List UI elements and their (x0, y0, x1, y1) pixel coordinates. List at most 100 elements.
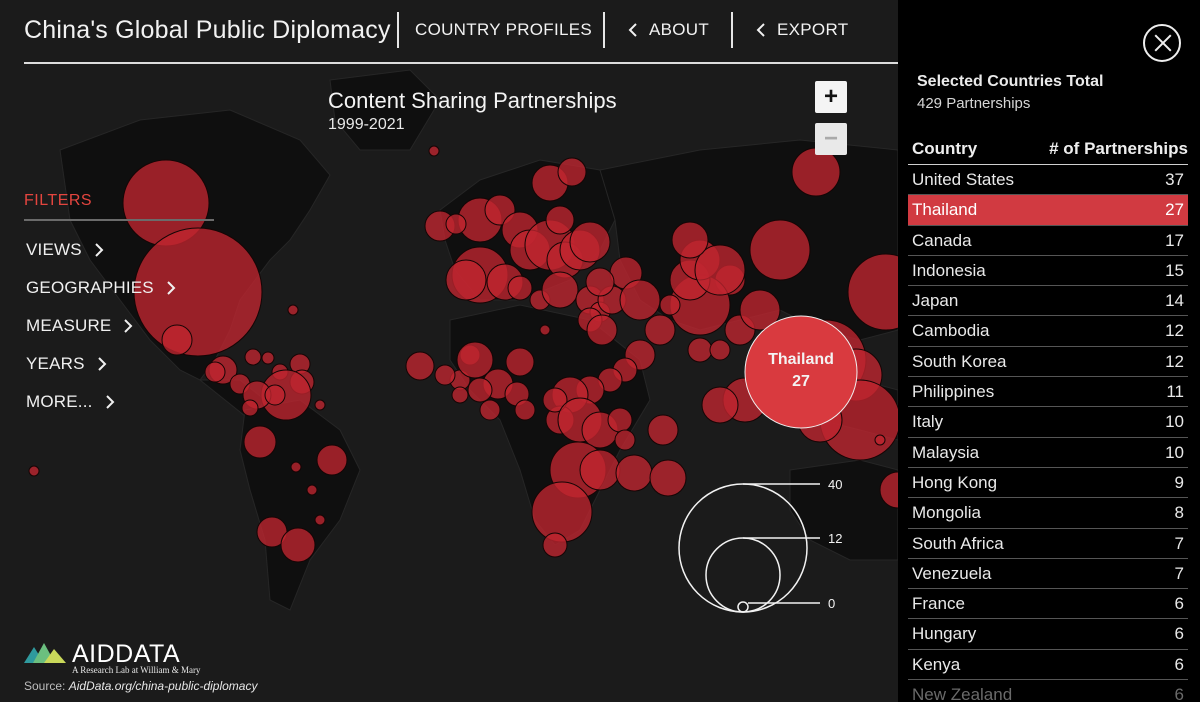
row-country: Malaysia (912, 442, 980, 462)
partnership-bubble[interactable] (615, 454, 653, 492)
table-row[interactable]: France 6 (908, 589, 1188, 620)
partnership-bubble[interactable] (261, 351, 275, 365)
chevron-right-icon (97, 357, 107, 371)
chevron-left-icon (756, 23, 765, 37)
partnership-bubble[interactable] (671, 221, 709, 259)
partnership-bubble[interactable] (607, 407, 633, 433)
partnership-bubble[interactable] (314, 399, 326, 411)
nav-export[interactable]: EXPORT (755, 20, 848, 40)
partnership-bubble[interactable] (306, 484, 318, 496)
aiddata-logo[interactable]: AIDDATA A Research Lab at William & Mary (24, 641, 200, 675)
partnership-bubble[interactable] (687, 337, 713, 363)
table-row[interactable]: United States 37 (908, 165, 1188, 196)
partnership-bubble[interactable] (514, 399, 536, 421)
partnership-bubble[interactable] (647, 414, 679, 446)
partnership-bubble[interactable] (709, 339, 731, 361)
partnership-bubble[interactable] (649, 459, 687, 497)
partnership-bubble[interactable] (287, 304, 299, 316)
nav-separator (731, 12, 733, 48)
table-row[interactable]: New Zealand 6 (908, 680, 1188, 702)
partnership-bubble[interactable] (644, 314, 676, 346)
map-title: Content Sharing Partnerships (328, 88, 617, 113)
partnership-bubble[interactable] (290, 461, 302, 473)
partnership-bubble[interactable] (204, 361, 226, 383)
filter-years[interactable]: YEARS (26, 354, 107, 374)
partnership-bubble[interactable] (428, 145, 440, 157)
table-row[interactable]: Thailand 27 (908, 195, 1188, 226)
filter-more[interactable]: MORE... (26, 392, 115, 412)
partnership-bubble[interactable] (541, 271, 579, 309)
partnership-bubble[interactable] (701, 386, 739, 424)
nav-country-profiles[interactable]: COUNTRY PROFILES (415, 20, 592, 40)
partnership-bubble[interactable] (241, 399, 259, 417)
selected-total: 429 Partnerships (917, 95, 1031, 112)
table-row[interactable]: Japan 14 (908, 286, 1188, 317)
zoom-out-button[interactable]: − (815, 123, 847, 155)
partnership-bubble[interactable] (451, 386, 469, 404)
zoom-in-button[interactable]: + (815, 81, 847, 113)
partnership-bubble[interactable] (874, 434, 886, 446)
table-row[interactable]: Hong Kong 9 (908, 468, 1188, 499)
highlighted-bubble[interactable] (744, 315, 858, 429)
partnership-bubble[interactable] (264, 384, 286, 406)
table-row[interactable]: South Korea 12 (908, 347, 1188, 378)
filter-views[interactable]: VIEWS (26, 240, 104, 260)
partnership-bubble[interactable] (456, 341, 494, 379)
partnership-bubble[interactable] (557, 157, 587, 187)
legend-circle-40 (678, 483, 808, 613)
close-icon[interactable] (1143, 24, 1181, 62)
row-value: 11 (1166, 382, 1184, 402)
row-country: South Korea (912, 351, 1007, 371)
column-header-country[interactable]: Country (912, 139, 977, 159)
partnership-bubble[interactable] (579, 449, 621, 491)
row-country: Cambodia (912, 321, 990, 341)
partnership-bubble[interactable] (316, 444, 348, 476)
partnership-bubble[interactable] (614, 429, 636, 451)
map-area[interactable]: Thailand 27 40 12 0 China's Global Publi… (0, 0, 898, 702)
table-row[interactable]: Mongolia 8 (908, 498, 1188, 529)
partnership-bubble[interactable] (531, 481, 593, 543)
partnership-bubble[interactable] (505, 347, 535, 377)
partnership-bubble[interactable] (467, 377, 493, 403)
partnership-bubble[interactable] (791, 147, 841, 197)
partnership-bubble[interactable] (280, 527, 316, 563)
column-header-partnerships[interactable]: # of Partnerships (1049, 139, 1188, 159)
table-row[interactable]: Philippines 11 (908, 377, 1188, 408)
table-row[interactable]: Cambodia 12 (908, 316, 1188, 347)
partnership-bubble[interactable] (586, 314, 618, 346)
partnership-bubble[interactable] (507, 275, 533, 301)
partnership-bubble[interactable] (545, 205, 575, 235)
partnership-bubble[interactable] (659, 294, 681, 316)
row-country: Venezuela (912, 563, 992, 583)
partnership-bubble[interactable] (314, 514, 326, 526)
table-row[interactable]: Italy 10 (908, 407, 1188, 438)
table-row[interactable]: Canada 17 (908, 226, 1188, 256)
partnership-bubble[interactable] (479, 399, 501, 421)
table-row[interactable]: South Africa 7 (908, 529, 1188, 559)
partnership-bubble[interactable] (243, 425, 277, 459)
partnership-bubble[interactable] (161, 324, 193, 356)
legend-circle-0 (737, 601, 749, 613)
legend-label-40: 40 (828, 477, 842, 492)
partnership-bubble[interactable] (585, 267, 615, 297)
partnership-bubble[interactable] (405, 351, 435, 381)
partnership-bubble[interactable] (28, 465, 40, 477)
partnership-bubble[interactable] (244, 348, 262, 366)
table-row[interactable]: Malaysia 10 (908, 438, 1188, 468)
nav-about[interactable]: ABOUT (627, 20, 709, 40)
table-row[interactable]: Venezuela 7 (908, 559, 1188, 590)
filter-measure[interactable]: MEASURE (26, 316, 133, 336)
source-link[interactable]: AidData.org/china-public-diplomacy (69, 679, 258, 693)
partnership-bubble[interactable] (539, 324, 551, 336)
filter-geographies[interactable]: GEOGRAPHIES (26, 278, 176, 298)
partnership-bubble[interactable] (445, 259, 487, 301)
partnership-bubble[interactable] (542, 532, 568, 558)
table-row[interactable]: Indonesia 15 (908, 256, 1188, 287)
partnership-bubble[interactable] (569, 221, 611, 263)
partnership-bubble[interactable] (445, 213, 467, 235)
partnership-bubble[interactable] (749, 219, 811, 281)
partnership-bubble[interactable] (434, 364, 456, 386)
partnership-bubble[interactable] (619, 279, 661, 321)
table-row[interactable]: Kenya 6 (908, 650, 1188, 681)
table-row[interactable]: Hungary 6 (908, 619, 1188, 650)
